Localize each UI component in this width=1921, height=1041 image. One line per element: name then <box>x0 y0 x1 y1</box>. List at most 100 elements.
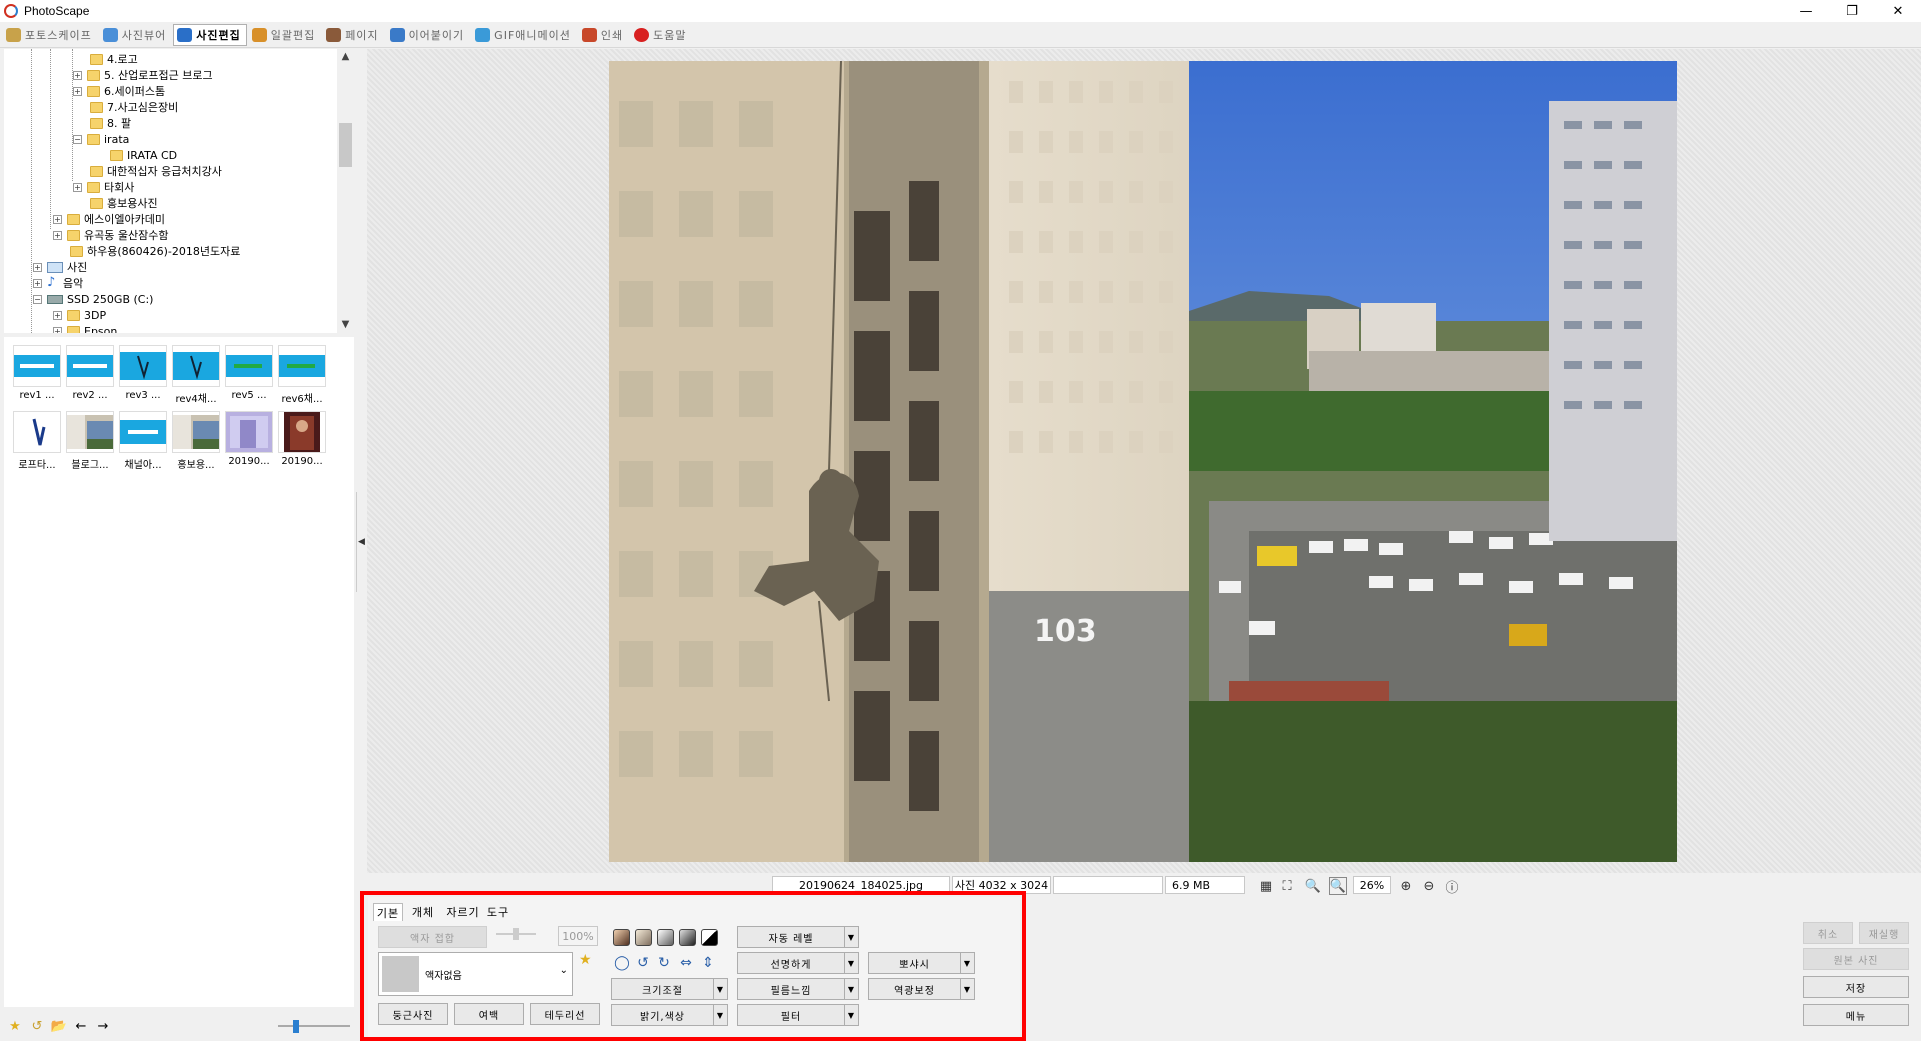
collapse-icon[interactable]: − <box>33 294 42 304</box>
subtab-basic[interactable]: 기본 <box>373 903 403 921</box>
subtab-object[interactable]: 개체 <box>408 903 438 921</box>
collapse-icon[interactable]: − <box>73 134 82 144</box>
tab-print[interactable]: 인쇄 <box>578 24 629 46</box>
tab-photoscape[interactable]: 포토스케이프 <box>2 24 98 46</box>
frame-percent-field[interactable]: 100% <box>558 926 598 946</box>
tab-combine[interactable]: 이어붙이기 <box>386 24 471 46</box>
thumbnail[interactable]: rev5 ... <box>224 345 274 401</box>
frame-slider-knob[interactable] <box>513 928 519 940</box>
back-arrow-icon[interactable]: ← <box>72 1017 90 1035</box>
forward-arrow-icon[interactable]: → <box>94 1017 112 1035</box>
rotate-right-icon[interactable]: ↻ <box>655 954 673 972</box>
tree-item[interactable]: + 사진 <box>33 259 87 275</box>
expand-icon[interactable]: + <box>53 310 62 320</box>
image-viewer[interactable]: 103 <box>367 49 1921 873</box>
expand-icon[interactable]: + <box>33 278 42 288</box>
bloom-dropdown[interactable]: 뽀샤시 ▼ <box>868 952 975 974</box>
expand-icon[interactable]: + <box>73 70 82 80</box>
rotate-icon[interactable]: ↺ <box>28 1017 46 1035</box>
thumbnail-size-slider[interactable] <box>278 1020 350 1033</box>
border-line-button[interactable]: 테두리선 <box>530 1003 600 1025</box>
restore-button[interactable]: ❐ <box>1829 0 1875 22</box>
slider-knob[interactable] <box>293 1020 299 1033</box>
margin-button[interactable]: 여백 <box>454 1003 524 1025</box>
flip-vertical-icon[interactable]: ⇕ <box>699 954 717 972</box>
film-effect-dropdown[interactable]: 필름느낌 ▼ <box>737 978 859 1000</box>
backlight-correction-dropdown[interactable]: 역광보정 ▼ <box>868 978 975 1000</box>
scroll-up-icon[interactable]: ▲ <box>337 49 354 65</box>
thumbnail[interactable]: 채널아... <box>118 411 168 471</box>
tree-item[interactable]: + Epson <box>53 323 117 333</box>
fit-screen-icon[interactable]: ⛶ <box>1278 877 1296 895</box>
tree-item[interactable]: 8. 팔 <box>90 115 131 131</box>
tree-scrollbar[interactable]: ▲ ▼ <box>337 49 354 333</box>
subtab-crop[interactable]: 자르기 <box>443 903 483 921</box>
expand-icon[interactable]: + <box>53 326 62 333</box>
save-button[interactable]: 저장 <box>1803 976 1909 998</box>
favorite-star-icon[interactable]: ★ <box>6 1017 24 1035</box>
brightness-color-dropdown[interactable]: 밝기,색상 ▼ <box>611 1004 728 1026</box>
tree-item[interactable]: + 에스이엘아카데미 <box>53 211 165 227</box>
expand-icon[interactable]: + <box>53 214 62 224</box>
tree-item[interactable]: + 유곡동 울산잠수함 <box>53 227 168 243</box>
info-icon[interactable]: ⓘ <box>1443 877 1461 896</box>
rotate-left-icon[interactable]: ↺ <box>634 954 652 972</box>
redo-button[interactable]: 재실행 <box>1859 922 1909 944</box>
tree-item[interactable]: +3DP <box>53 307 106 323</box>
tree-item[interactable]: + 타회사 <box>73 179 134 195</box>
resize-dropdown[interactable]: 크기조절 ▼ <box>611 978 728 1000</box>
frame-select[interactable]: 액자없음 ⌄ <box>378 952 573 996</box>
folder-open-icon[interactable]: 📂 <box>50 1017 68 1035</box>
tree-item[interactable]: − irata <box>73 131 129 147</box>
thumbnail[interactable]: rev6채... <box>277 345 327 405</box>
close-button[interactable]: ✕ <box>1875 0 1921 22</box>
effect-warm-icon[interactable] <box>635 929 652 946</box>
filter-dropdown[interactable]: 필터 ▼ <box>737 1004 859 1026</box>
tab-editor[interactable]: 사진편집 <box>173 23 247 46</box>
tab-gif-animation[interactable]: GIF애니메이션 <box>471 24 577 46</box>
tree-item[interactable]: 4.로고 <box>90 51 138 67</box>
tab-help[interactable]: 도움말 <box>630 24 692 46</box>
expand-icon[interactable]: + <box>33 262 42 272</box>
tab-viewer[interactable]: 사진뷰어 <box>99 24 172 46</box>
menu-button[interactable]: 메뉴 <box>1803 1004 1909 1026</box>
zoom-in-icon[interactable]: ⊕ <box>1397 877 1415 895</box>
zoom-actual-icon[interactable]: 🔍 <box>1304 877 1322 895</box>
folder-tree[interactable]: 4.로고 +5. 산업로프접근 브로그 +6.세이퍼스톰 7.사고심은장비 8.… <box>4 49 354 333</box>
subtab-tools[interactable]: 도구 <box>483 903 513 921</box>
effect-sepia-icon[interactable] <box>613 929 630 946</box>
tree-item[interactable]: 홍보용사진 <box>90 195 158 211</box>
sharpen-dropdown[interactable]: 선명하게 ▼ <box>737 952 859 974</box>
thumbnail[interactable]: 로프타... <box>12 411 62 471</box>
thumbnail[interactable]: rev2 ... <box>65 345 115 401</box>
thumbnail[interactable]: 20190... <box>277 411 327 467</box>
tree-item[interactable]: − SSD 250GB (C:) <box>33 291 153 307</box>
expand-icon[interactable]: + <box>53 230 62 240</box>
round-photo-button[interactable]: 둥근사진 <box>378 1003 448 1025</box>
scroll-down-icon[interactable]: ▼ <box>337 317 354 333</box>
edited-photo[interactable]: 103 <box>609 61 1677 862</box>
effect-gray-icon[interactable] <box>657 929 674 946</box>
tab-batch-editor[interactable]: 일괄편집 <box>248 24 321 46</box>
expand-icon[interactable]: + <box>73 86 82 96</box>
favorite-frame-star-icon[interactable]: ★ <box>579 952 592 968</box>
zoom-fit-icon[interactable]: 🔍 <box>1329 877 1347 895</box>
thumbnail[interactable]: 20190... <box>224 411 274 467</box>
auto-level-dropdown[interactable]: 자동 레벨 ▼ <box>737 926 859 948</box>
thumbnail[interactable]: 홍보용... <box>171 411 221 471</box>
effect-negative-icon[interactable] <box>701 929 718 946</box>
tree-item[interactable]: + ♪ 음악 <box>33 275 83 291</box>
minimize-button[interactable]: — <box>1783 0 1829 22</box>
undo-button[interactable]: 취소 <box>1803 922 1853 944</box>
zoom-out-icon[interactable]: ⊖ <box>1420 877 1438 895</box>
tree-item[interactable]: +5. 산업로프접근 브로그 <box>73 67 213 83</box>
original-photo-button[interactable]: 원본 사진 <box>1803 948 1909 970</box>
expand-icon[interactable]: + <box>73 182 82 192</box>
panel-collapse-toggle[interactable]: ◀ <box>356 492 366 592</box>
frame-attach-button[interactable]: 액자 접합 <box>378 926 487 948</box>
flip-icon[interactable]: ◯ <box>613 954 631 972</box>
thumbnail[interactable]: rev3 ... <box>118 345 168 401</box>
tree-item[interactable]: 대한적십자 응급처치강사 <box>90 163 222 179</box>
tree-item[interactable]: +6.세이퍼스톰 <box>73 83 165 99</box>
thumbnail[interactable]: 블로그... <box>65 411 115 471</box>
